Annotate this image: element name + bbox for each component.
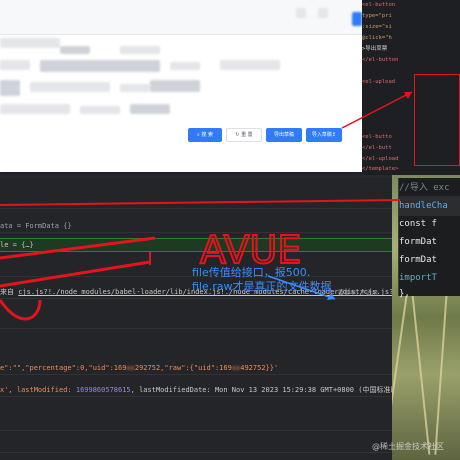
annotation-line-1: file传值给接口，报500.: [192, 266, 311, 279]
watermark: @稀土掘金技术社区: [372, 442, 444, 451]
red-curve: [0, 299, 42, 321]
annotation-overlay: AVUE: [0, 91, 413, 321]
red-slash: [0, 260, 151, 288]
annotation-line-2: file.raw才是真正的文件数据: [192, 280, 332, 293]
blue-annotation: file传值给接口，报500. file.raw才是真正的文件数据: [192, 266, 332, 294]
red-line: [0, 199, 401, 206]
red-arrow: [341, 91, 413, 129]
red-slash: [0, 236, 156, 260]
